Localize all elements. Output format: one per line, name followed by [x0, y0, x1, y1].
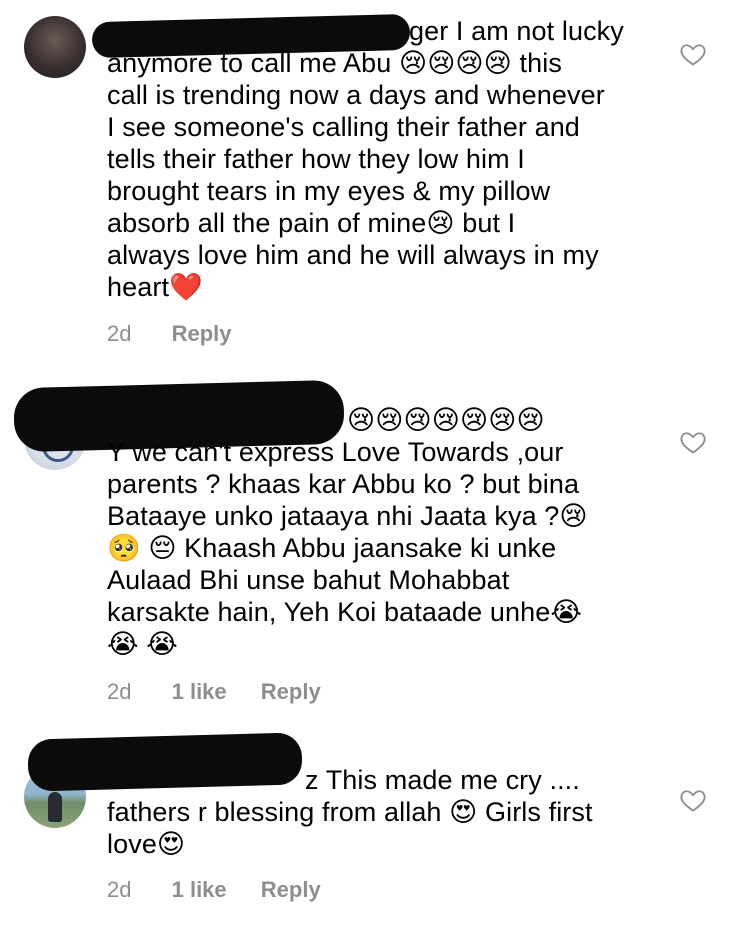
- like-heart-icon[interactable]: [679, 40, 707, 68]
- comment-line: heart❤️: [107, 272, 203, 302]
- comment-line: Aulaad Bhi unse bahut Mohabbat: [107, 565, 510, 595]
- comment-line: I see someone's calling their father and: [107, 112, 580, 142]
- comment-time: 2d: [107, 877, 132, 902]
- comment-line: brought tears in my eyes & my pillow: [107, 176, 551, 206]
- comment-text: ger I am not lucky anymore to call me Ab…: [107, 15, 667, 303]
- reply-button[interactable]: Reply: [261, 679, 321, 704]
- reply-button[interactable]: Reply: [172, 321, 232, 346]
- comment-line: 🥺 😔 Khaash Abbu jaansake ki unke: [107, 533, 557, 563]
- comment-2: 😢😢😢😢😢😢😢 Y we can't express Love Towards …: [0, 370, 749, 720]
- comment-line: z This made me cry ....: [305, 765, 580, 795]
- comment-line: 😢😢😢😢😢😢😢: [347, 405, 545, 435]
- comment-line: love😍: [107, 829, 186, 859]
- comment-meta: 2d 1 like Reply: [107, 877, 349, 903]
- like-heart-icon[interactable]: [679, 786, 707, 814]
- comment-line: fathers r blessing from allah 😍 Girls fi…: [107, 797, 593, 827]
- comment-line: Bataaye unko jataaya nhi Jaata kya ?😢: [107, 501, 588, 531]
- comment-meta: 2d Reply: [107, 321, 260, 347]
- avatar[interactable]: [24, 16, 86, 78]
- like-heart-icon[interactable]: [679, 428, 707, 456]
- comment-line: tells their father how they low him I: [107, 144, 525, 174]
- comment-time: 2d: [107, 321, 132, 346]
- like-count[interactable]: 1 like: [172, 679, 227, 704]
- comment-line: parents ? khaas kar Abbu ko ? but bina: [107, 469, 580, 499]
- like-count[interactable]: 1 like: [172, 877, 227, 902]
- comment-3: z This made me cry .... fathers r blessi…: [0, 730, 749, 928]
- comment-1: ger I am not lucky anymore to call me Ab…: [0, 0, 749, 360]
- comment-line: absorb all the pain of mine😢 but I: [107, 208, 516, 238]
- comment-line: 😭 😭: [107, 629, 178, 659]
- comment-meta: 2d 1 like Reply: [107, 679, 349, 705]
- comment-line: ger I am not lucky: [409, 16, 624, 46]
- comment-line: Y we can't express Love Towards ,our: [107, 437, 564, 467]
- comment-line: anymore to call me Abu 😢😢😢😢 this: [107, 48, 562, 78]
- reply-button[interactable]: Reply: [261, 877, 321, 902]
- comment-time: 2d: [107, 679, 132, 704]
- comment-text: 😢😢😢😢😢😢😢 Y we can't express Love Towards …: [107, 404, 667, 660]
- comment-line: karsakte hain, Yeh Koi bataade unhe😭: [107, 597, 583, 627]
- comment-line: call is trending now a days and whenever: [107, 80, 605, 110]
- comment-text: z This made me cry .... fathers r blessi…: [107, 764, 667, 860]
- comment-line: always love him and he will always in my: [107, 240, 599, 270]
